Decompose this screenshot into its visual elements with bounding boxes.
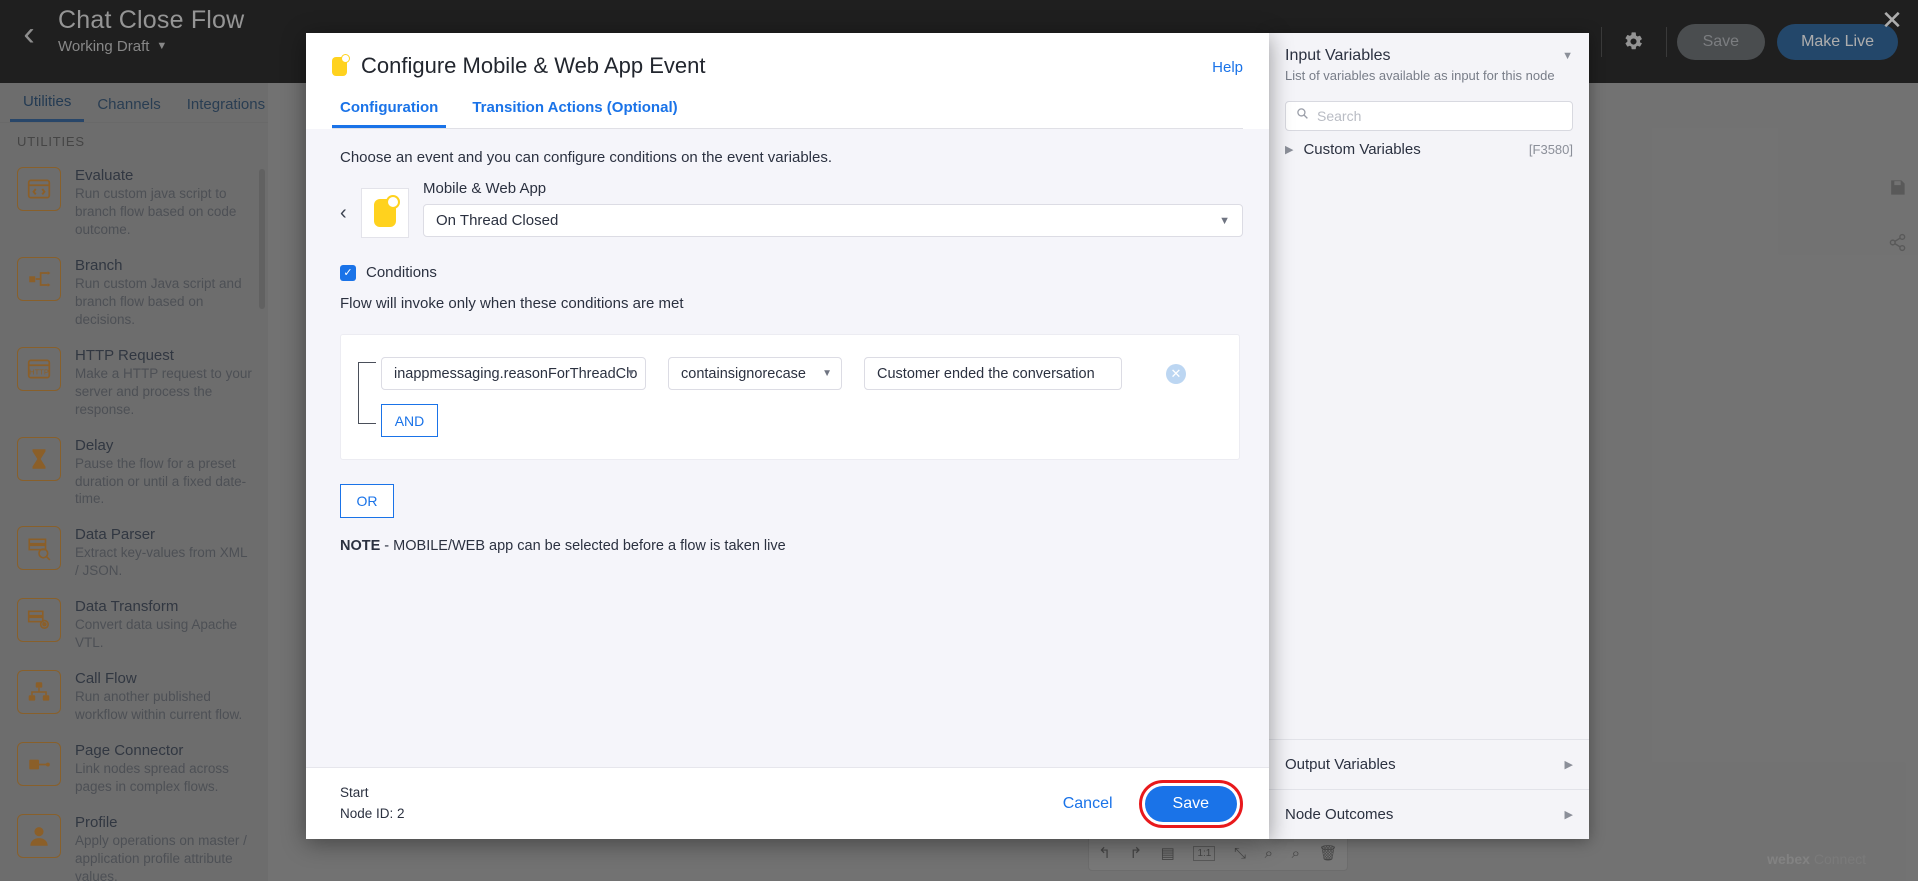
variables-panel: Input Variables List of variables availa… [1269, 33, 1589, 839]
node-id: Node ID: 2 [340, 805, 405, 821]
group-tag: [F3580] [1528, 142, 1573, 157]
conditions-label: Conditions [366, 264, 437, 281]
modal-header: Configure Mobile & Web App Event Help Co… [306, 33, 1269, 129]
event-select[interactable]: On Thread Closed ▼ [423, 204, 1243, 237]
app-event-icon [332, 53, 350, 76]
check-icon: ✓ [343, 267, 353, 279]
cancel-button[interactable]: Cancel [1063, 795, 1113, 813]
modal-tabs: Configuration Transition Actions (Option… [332, 99, 1243, 129]
event-field-label: Mobile & Web App [423, 180, 547, 197]
panel-spacer [1269, 168, 1589, 739]
add-or-group-button[interactable]: OR [340, 484, 394, 518]
save-button[interactable]: Save [1144, 785, 1237, 822]
conditions-group: inappmessaging.reasonForThreadClo ▼ cont… [340, 334, 1240, 460]
tab-configuration[interactable]: Configuration [332, 99, 447, 128]
search-input[interactable] [1317, 108, 1562, 124]
node-info: Start Node ID: 2 [332, 783, 405, 824]
event-type-icon [360, 188, 409, 238]
section-output-variables[interactable]: Output Variables ▶ [1269, 739, 1589, 789]
help-link[interactable]: Help [1212, 59, 1243, 76]
footer-actions: Cancel Save [1063, 779, 1243, 828]
conditions-helper-text: Flow will invoke only when these conditi… [340, 295, 684, 312]
triangle-right-icon: ▶ [1564, 809, 1573, 821]
group-label: Custom Variables [1303, 141, 1421, 158]
node-name: Start [340, 785, 369, 801]
condition-operator-value: containsignorecase [681, 365, 806, 382]
condition-value-input[interactable] [864, 357, 1122, 390]
triangle-right-icon: ▶ [1285, 144, 1294, 156]
panel-subtitle: List of variables available as input for… [1285, 68, 1555, 83]
configure-event-modal: Configure Mobile & Web App Event Help Co… [306, 33, 1269, 839]
conditions-toggle-row: ✓ Conditions [340, 264, 1243, 281]
page-title: Configure Mobile & Web App Event [361, 53, 706, 78]
section-label: Output Variables [1285, 756, 1396, 773]
chevron-left-icon[interactable]: ‹ [340, 202, 347, 225]
intro-text: Choose an event and you can configure co… [340, 149, 832, 166]
section-node-outcomes[interactable]: Node Outcomes ▶ [1269, 789, 1589, 839]
panel-title: Input Variables [1285, 47, 1391, 64]
modal-body: Choose an event and you can configure co… [306, 129, 1269, 767]
triangle-right-icon: ▶ [1564, 759, 1573, 771]
modal-title-row: Configure Mobile & Web App Event [332, 53, 1243, 79]
tab-transition-actions[interactable]: Transition Actions (Optional) [464, 99, 685, 128]
event-select-value: On Thread Closed [436, 212, 559, 229]
search-icon [1296, 107, 1309, 125]
table-row: inappmessaging.reasonForThreadClo ▼ cont… [341, 357, 1239, 390]
variables-group-custom[interactable]: ▶ Custom Variables [F3580] [1269, 131, 1589, 168]
section-label: Node Outcomes [1285, 806, 1394, 823]
input-variables-header: Input Variables List of variables availa… [1269, 33, 1589, 93]
group-bracket [358, 362, 376, 424]
note-text: NOTE - MOBILE/WEB app can be selected be… [340, 538, 1243, 554]
event-selector-row: ‹ Mobile & Web App On Thread Closed ▼ [332, 180, 1243, 238]
conditions-checkbox[interactable]: ✓ [340, 264, 356, 281]
remove-circle-icon[interactable]: ✕ [1166, 363, 1186, 384]
modal-footer: Start Node ID: 2 Cancel Save [306, 767, 1269, 839]
chevron-down-icon[interactable]: ▼ [1562, 50, 1573, 62]
chevron-down-icon: ▼ [1219, 214, 1230, 227]
condition-variable-select[interactable]: inappmessaging.reasonForThreadClo ▼ [381, 357, 646, 390]
add-and-condition-button[interactable]: AND [381, 404, 438, 437]
variables-search[interactable] [1285, 101, 1573, 131]
note-body: - MOBILE/WEB app can be selected before … [380, 538, 786, 554]
condition-variable-value: inappmessaging.reasonForThreadClo [394, 365, 638, 382]
chevron-down-icon: ▼ [626, 368, 636, 379]
condition-operator-select[interactable]: containsignorecase ▼ [668, 357, 842, 390]
note-prefix: NOTE [340, 538, 381, 554]
chevron-down-icon: ▼ [822, 368, 832, 379]
save-button-highlight: Save [1138, 779, 1243, 828]
